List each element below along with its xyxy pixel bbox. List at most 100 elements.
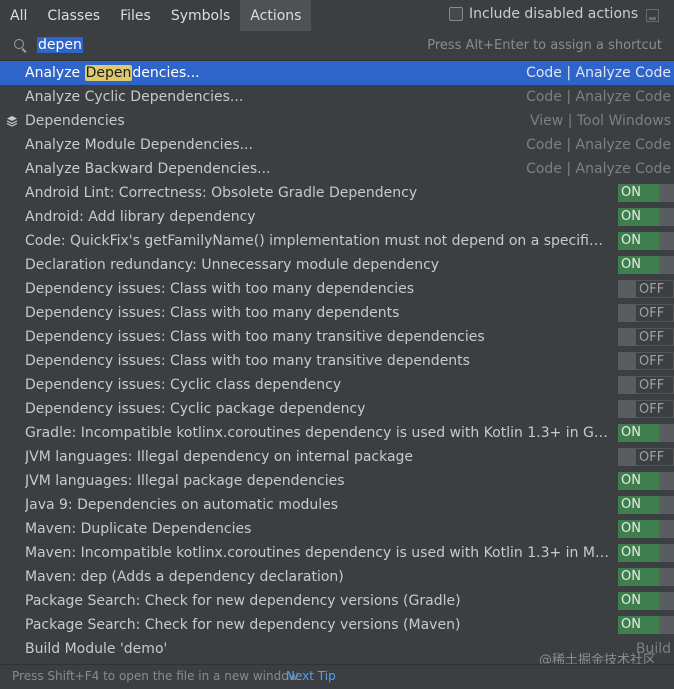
tab-all[interactable]: All (0, 0, 37, 31)
enable-toggle[interactable]: OFF (618, 304, 674, 322)
item-label: Maven: dep (Adds a dependency declaratio… (25, 569, 344, 585)
toggle-knob (659, 184, 674, 202)
list-item[interactable]: Dependency issues: Cyclic class dependen… (0, 373, 674, 397)
toggle-knob (618, 448, 636, 466)
toggle-state: OFF (636, 304, 674, 322)
item-label: Dependency issues: Cyclic package depend… (25, 401, 366, 417)
toggle-state: ON (618, 496, 659, 514)
toggle-state: ON (618, 544, 659, 562)
toggle-knob (659, 472, 674, 490)
list-item[interactable]: Maven: dep (Adds a dependency declaratio… (0, 565, 674, 589)
enable-toggle[interactable]: ON (618, 496, 674, 514)
toggle-state: OFF (636, 328, 674, 346)
next-tip-link[interactable]: Next Tip (286, 669, 336, 683)
item-label: Analyze Dependencies... (25, 65, 200, 81)
list-item[interactable]: Code: QuickFix's getFamilyName() impleme… (0, 229, 674, 253)
list-item[interactable]: JVM languages: Illegal dependency on int… (0, 445, 674, 469)
tab-symbols[interactable]: Symbols (161, 0, 240, 31)
toggle-state: OFF (636, 448, 674, 466)
item-label: Dependency issues: Class with too many d… (25, 305, 400, 321)
toggle-knob (659, 544, 674, 562)
enable-toggle[interactable]: ON (618, 520, 674, 538)
toggle-state: ON (618, 256, 659, 274)
toggle-knob (618, 304, 636, 322)
include-disabled-checkbox[interactable] (449, 7, 463, 21)
enable-toggle[interactable]: ON (618, 568, 674, 586)
list-item[interactable]: Package Search: Check for new dependency… (0, 613, 674, 637)
toggle-knob (659, 592, 674, 610)
pin-window-icon[interactable] (646, 9, 659, 22)
list-item[interactable]: Java 9: Dependencies on automatic module… (0, 493, 674, 517)
list-item[interactable]: JVM languages: Illegal package dependenc… (0, 469, 674, 493)
toggle-knob (659, 208, 674, 226)
list-item[interactable]: Dependencies View | Tool Windows (0, 109, 674, 133)
footer-bar: Press Shift+F4 to open the file in a new… (0, 664, 674, 689)
list-item[interactable]: Gradle: Incompatible kotlinx.coroutines … (0, 421, 674, 445)
list-item[interactable]: Dependency issues: Cyclic package depend… (0, 397, 674, 421)
enable-toggle[interactable]: ON (618, 208, 674, 226)
enable-toggle[interactable]: ON (618, 616, 674, 634)
toggle-knob (618, 400, 636, 418)
enable-toggle[interactable]: ON (618, 544, 674, 562)
enable-toggle[interactable]: OFF (618, 448, 674, 466)
toggle-state: ON (618, 424, 659, 442)
list-item[interactable]: Android Lint: Correctness: Obsolete Grad… (0, 181, 674, 205)
enable-toggle[interactable]: ON (618, 592, 674, 610)
search-icon (14, 39, 24, 49)
list-item[interactable]: Android: Add library dependency ON (0, 205, 674, 229)
list-item[interactable]: Analyze Backward Dependencies... Code | A… (0, 157, 674, 181)
list-item[interactable]: Package Search: Check for new dependency… (0, 589, 674, 613)
enable-toggle[interactable]: OFF (618, 328, 674, 346)
list-item[interactable]: Maven: Duplicate Dependencies ON (0, 517, 674, 541)
toggle-knob (618, 280, 636, 298)
item-label: JVM languages: Illegal package dependenc… (25, 473, 345, 489)
item-label: Build Module 'demo' (25, 641, 168, 657)
enable-toggle[interactable]: OFF (618, 376, 674, 394)
enable-toggle[interactable]: OFF (618, 280, 674, 298)
shortcut-hint: Press Alt+Enter to assign a shortcut (427, 38, 662, 53)
item-label: Code: QuickFix's getFamilyName() impleme… (25, 233, 610, 249)
item-label: Package Search: Check for new dependency… (25, 617, 461, 633)
list-item[interactable]: Analyze Module Dependencies... Code | Ana… (0, 133, 674, 157)
list-item[interactable]: Dependency issues: Class with too many d… (0, 301, 674, 325)
toggle-knob (659, 496, 674, 514)
list-item[interactable]: Dependency issues: Class with too many t… (0, 349, 674, 373)
toggle-state: ON (618, 232, 659, 250)
toggle-knob (659, 256, 674, 274)
list-item[interactable]: Dependency issues: Class with too many t… (0, 325, 674, 349)
list-item[interactable]: Declaration redundancy: Unnecessary modu… (0, 253, 674, 277)
search-query: depen (37, 37, 83, 53)
list-item[interactable]: Analyze Dependencies... Code | Analyze Co… (0, 61, 674, 85)
enable-toggle[interactable]: ON (618, 472, 674, 490)
enable-toggle[interactable]: ON (618, 184, 674, 202)
item-label: Declaration redundancy: Unnecessary modu… (25, 257, 440, 273)
include-disabled-actions[interactable]: Include disabled actions (449, 6, 638, 22)
toggle-knob (618, 352, 636, 370)
list-item[interactable]: Dependency issues: Class with too many d… (0, 277, 674, 301)
enable-toggle[interactable]: ON (618, 256, 674, 274)
item-label: Gradle: Incompatible kotlinx.coroutines … (25, 425, 610, 441)
item-category: Code | Analyze Code (526, 137, 671, 153)
toggle-knob (618, 376, 636, 394)
toggle-state: OFF (636, 352, 674, 370)
item-label: Analyze Module Dependencies... (25, 137, 253, 153)
tab-actions[interactable]: Actions (240, 0, 312, 31)
item-category: View | Tool Windows (530, 113, 671, 129)
toggle-state: ON (618, 520, 659, 538)
search-input[interactable]: depen (37, 36, 407, 54)
toggle-state: OFF (636, 280, 674, 298)
enable-toggle[interactable]: OFF (618, 352, 674, 370)
enable-toggle[interactable]: ON (618, 232, 674, 250)
enable-toggle[interactable]: ON (618, 424, 674, 442)
enable-toggle[interactable]: OFF (618, 400, 674, 418)
item-label: JVM languages: Illegal dependency on int… (25, 449, 414, 465)
tab-classes[interactable]: Classes (37, 0, 110, 31)
list-item[interactable]: Analyze Cyclic Dependencies... Code | Ana… (0, 85, 674, 109)
item-label: Dependency issues: Class with too many d… (25, 281, 415, 297)
list-item[interactable]: Maven: Incompatible kotlinx.coroutines d… (0, 541, 674, 565)
item-label: Maven: Incompatible kotlinx.coroutines d… (25, 545, 610, 561)
toggle-state: ON (618, 208, 659, 226)
item-label: Analyze Backward Dependencies... (25, 161, 271, 177)
tab-files[interactable]: Files (110, 0, 161, 31)
match-highlight: Depen (84, 65, 133, 81)
